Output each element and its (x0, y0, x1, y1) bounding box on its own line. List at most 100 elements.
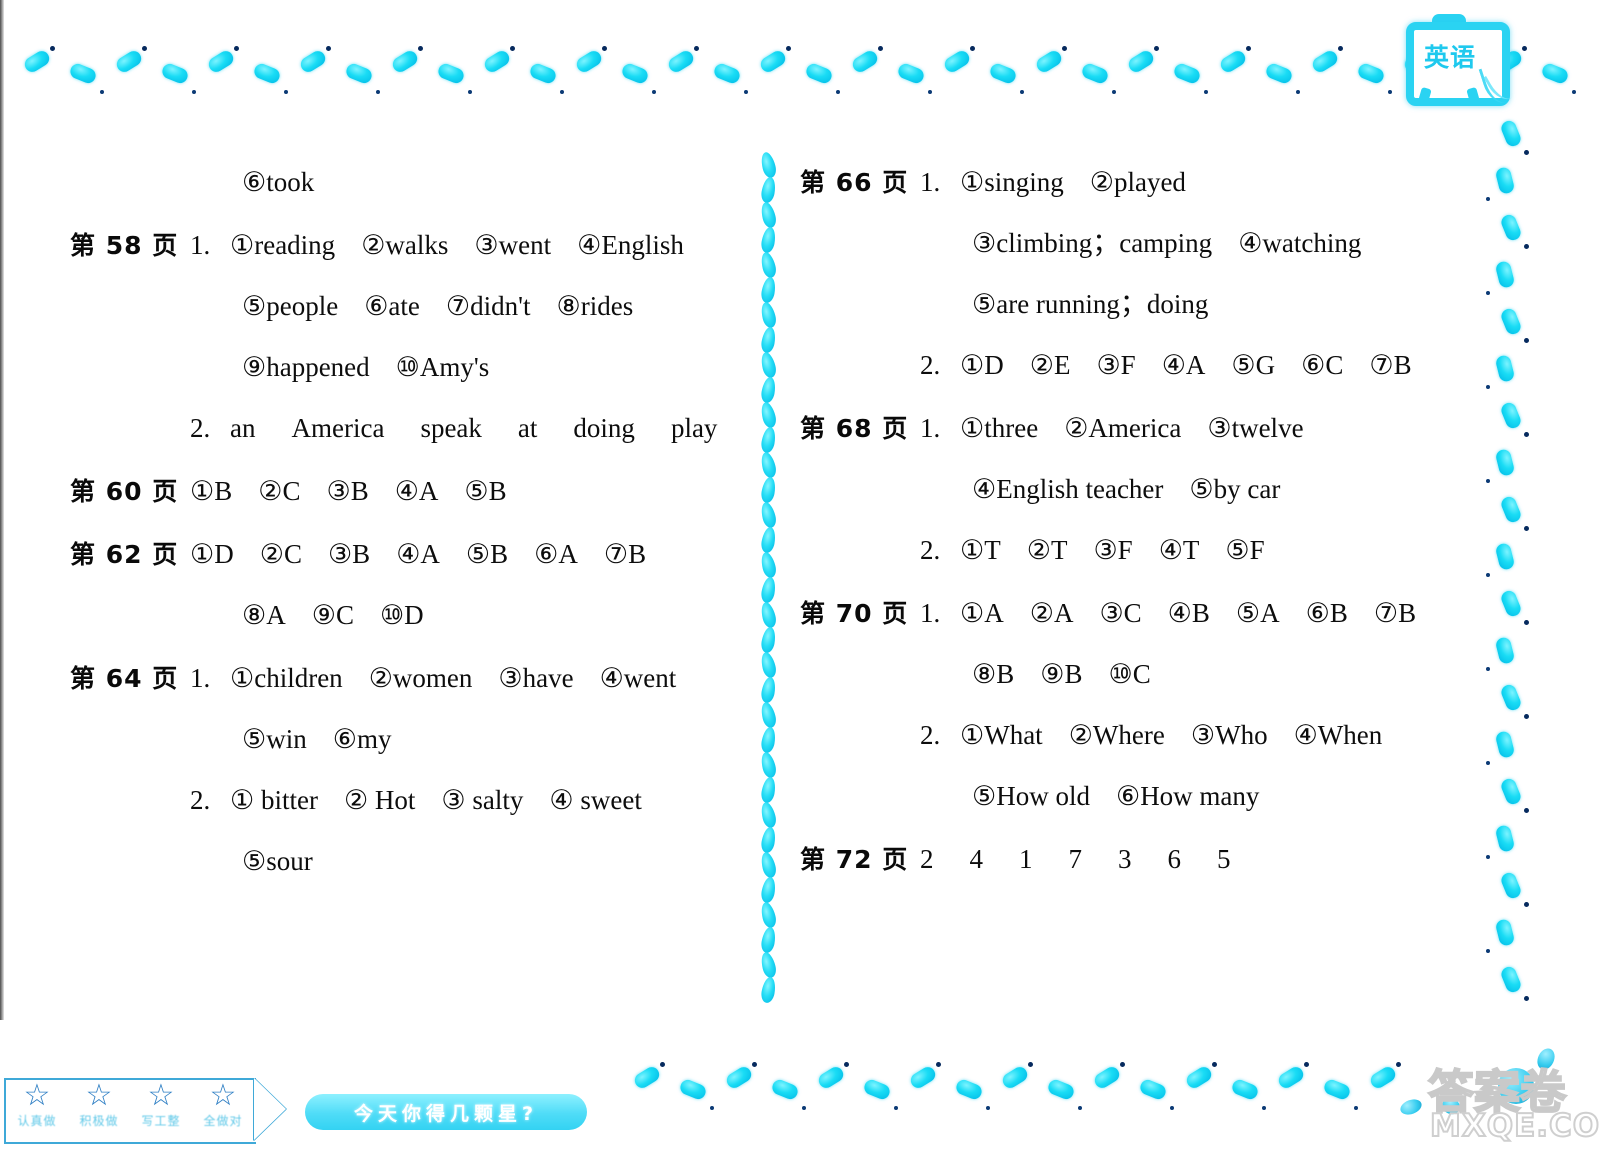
border-pill-icon (22, 48, 52, 75)
border-dot-icon (836, 90, 840, 94)
answer-marker: ④ (1161, 350, 1186, 380)
border-pill-icon (574, 48, 604, 75)
answer-marker: ⑥ (364, 291, 389, 321)
answer-item: ④A (395, 461, 439, 522)
answer-text: B (488, 476, 507, 506)
border-dot-icon (752, 1062, 757, 1067)
border-dot-icon (1524, 338, 1529, 343)
answer-text: English teacher (996, 474, 1164, 504)
star-rating-box[interactable]: ☆ 认真做 ☆ 积极做 ☆ 写工整 ☆ 全做对 (4, 1078, 256, 1144)
answer-item: ⑤B (464, 461, 506, 522)
answer-item: ④went (600, 648, 677, 709)
answer-text: C (283, 539, 302, 569)
answer-item: ②T (1027, 520, 1068, 581)
answer-item: ⑥ate (364, 276, 420, 337)
answer-marker: ② (343, 785, 369, 815)
question-number: 1. (920, 413, 941, 443)
border-dot-icon (1062, 46, 1067, 51)
answer-item: ④B (1168, 583, 1210, 644)
border-dot-icon (234, 46, 239, 51)
border-dot-icon (1120, 1062, 1125, 1067)
answer-item: ⑨B (1040, 644, 1082, 705)
star-icon[interactable]: ☆ (192, 1080, 254, 1112)
star-cell-3[interactable]: ☆ 写工整 (130, 1080, 192, 1129)
answer-text: F (1249, 535, 1265, 565)
star-icon[interactable]: ☆ (130, 1080, 192, 1112)
divider-leaf-icon (759, 926, 778, 954)
answer-text: D (984, 350, 1004, 380)
answer-item: ③climbing；camping (972, 213, 1212, 274)
border-dot-icon (376, 90, 380, 94)
border-pill-icon (344, 61, 374, 86)
answer-text: When (1317, 720, 1383, 750)
border-dot-icon (510, 46, 515, 51)
answer-text: B (490, 539, 509, 569)
answer-marker: ① (960, 535, 985, 565)
answer-text: climbing；camping (996, 228, 1213, 258)
border-dot-icon (1388, 90, 1392, 94)
border-dot-icon (50, 46, 55, 51)
answer-item: ⑤win (242, 709, 307, 770)
answer-item: ①three (960, 398, 1038, 459)
divider-leaf-icon (759, 776, 778, 804)
answer-item: ⑥A (534, 524, 578, 585)
answer-text: Where (1092, 720, 1165, 750)
badge-label: 英语 (1423, 43, 1476, 72)
answers-column-right: 第 66 页 1. ①singing ②played ③climbing；camping… (800, 152, 1500, 892)
answer-item: ⑤people (242, 276, 338, 337)
divider-leaf-icon (759, 600, 778, 630)
divider-leaf-icon (759, 576, 778, 604)
answer-marker: ⑩ (379, 600, 405, 630)
answer-block: 第 62 页 ①D ②C ③B ④A ⑤B ⑥A ⑦B ⑧A ⑨C ⑩D (70, 524, 750, 646)
answer-text: B (1329, 598, 1348, 628)
answer-text: Who (1215, 720, 1268, 750)
star-cell-4[interactable]: ☆ 全做对 (192, 1080, 254, 1129)
border-pill-icon (804, 61, 834, 86)
border-dot-icon (1354, 1106, 1358, 1110)
border-pill-icon (724, 1064, 754, 1091)
answer-line: 2. an America speak at doing play (190, 398, 753, 459)
star-cell-2[interactable]: ☆ 积极做 (68, 1080, 130, 1129)
star-cell-1[interactable]: ☆ 认真做 (6, 1080, 68, 1129)
border-pill-icon (482, 48, 512, 75)
divider-leaf-icon (759, 326, 778, 354)
border-dot-icon (1170, 1106, 1174, 1110)
answer-text: T (984, 535, 1001, 565)
divider-leaf-icon (759, 400, 778, 430)
question-number: 1. (920, 167, 941, 197)
answer-marker: ⑤ (242, 724, 267, 754)
border-pill-icon (298, 48, 328, 75)
answer-text: happened (266, 352, 370, 382)
border-dot-icon (560, 90, 564, 94)
border-dot-icon (1524, 620, 1529, 625)
answer-lines: 1. ①three ②America ③twelve ④English teacher ⑤… (920, 398, 1500, 581)
answer-marker: ④ (1293, 720, 1318, 750)
answer-line: ①B ②C ③B ④A ⑤B (190, 461, 750, 522)
answer-item: ⑤are running；doing (972, 274, 1208, 335)
answer-item: ②A (1030, 583, 1074, 644)
border-dot-icon (844, 1062, 849, 1067)
border-pill-icon (1126, 48, 1156, 75)
border-dot-icon (284, 90, 288, 94)
answer-text: A (420, 539, 440, 569)
border-dot-icon (986, 1106, 990, 1110)
border-dot-icon (1524, 150, 1529, 155)
answer-item: ⑩C (1108, 644, 1150, 705)
answer-marker: ① (230, 785, 255, 815)
answer-word: 7 (1068, 844, 1083, 874)
answer-block: 第 68 页 1. ①three ②America ③twelve ④English te… (800, 398, 1500, 581)
answer-block: 第 60 页 ①B ②C ③B ④A ⑤B (70, 461, 750, 522)
star-icon[interactable]: ☆ (6, 1080, 68, 1112)
answer-text: by car (1213, 474, 1281, 504)
answer-lines: 1. ①A ②A ③C ④B ⑤A ⑥B ⑦B ⑧B ⑨B ⑩C 2. ①What ②Where ③Who ④… (920, 583, 1500, 827)
answer-marker: ⑥ (1305, 598, 1330, 628)
border-dot-icon (1262, 1106, 1266, 1110)
star-icon[interactable]: ☆ (68, 1080, 130, 1112)
border-pill-icon (68, 61, 98, 86)
answers-column-left: ⑥took 第 58 页 1. ①reading ②walks ③went ④English… (70, 152, 750, 894)
answer-line: ⑤people ⑥ate ⑦didn't ⑧rides (190, 276, 753, 337)
question-number: 2. (920, 535, 941, 565)
watermark-en-text: MXQE.COM (1429, 1107, 1600, 1145)
answer-block: ⑥took (70, 152, 750, 213)
border-pill-icon (758, 48, 788, 75)
